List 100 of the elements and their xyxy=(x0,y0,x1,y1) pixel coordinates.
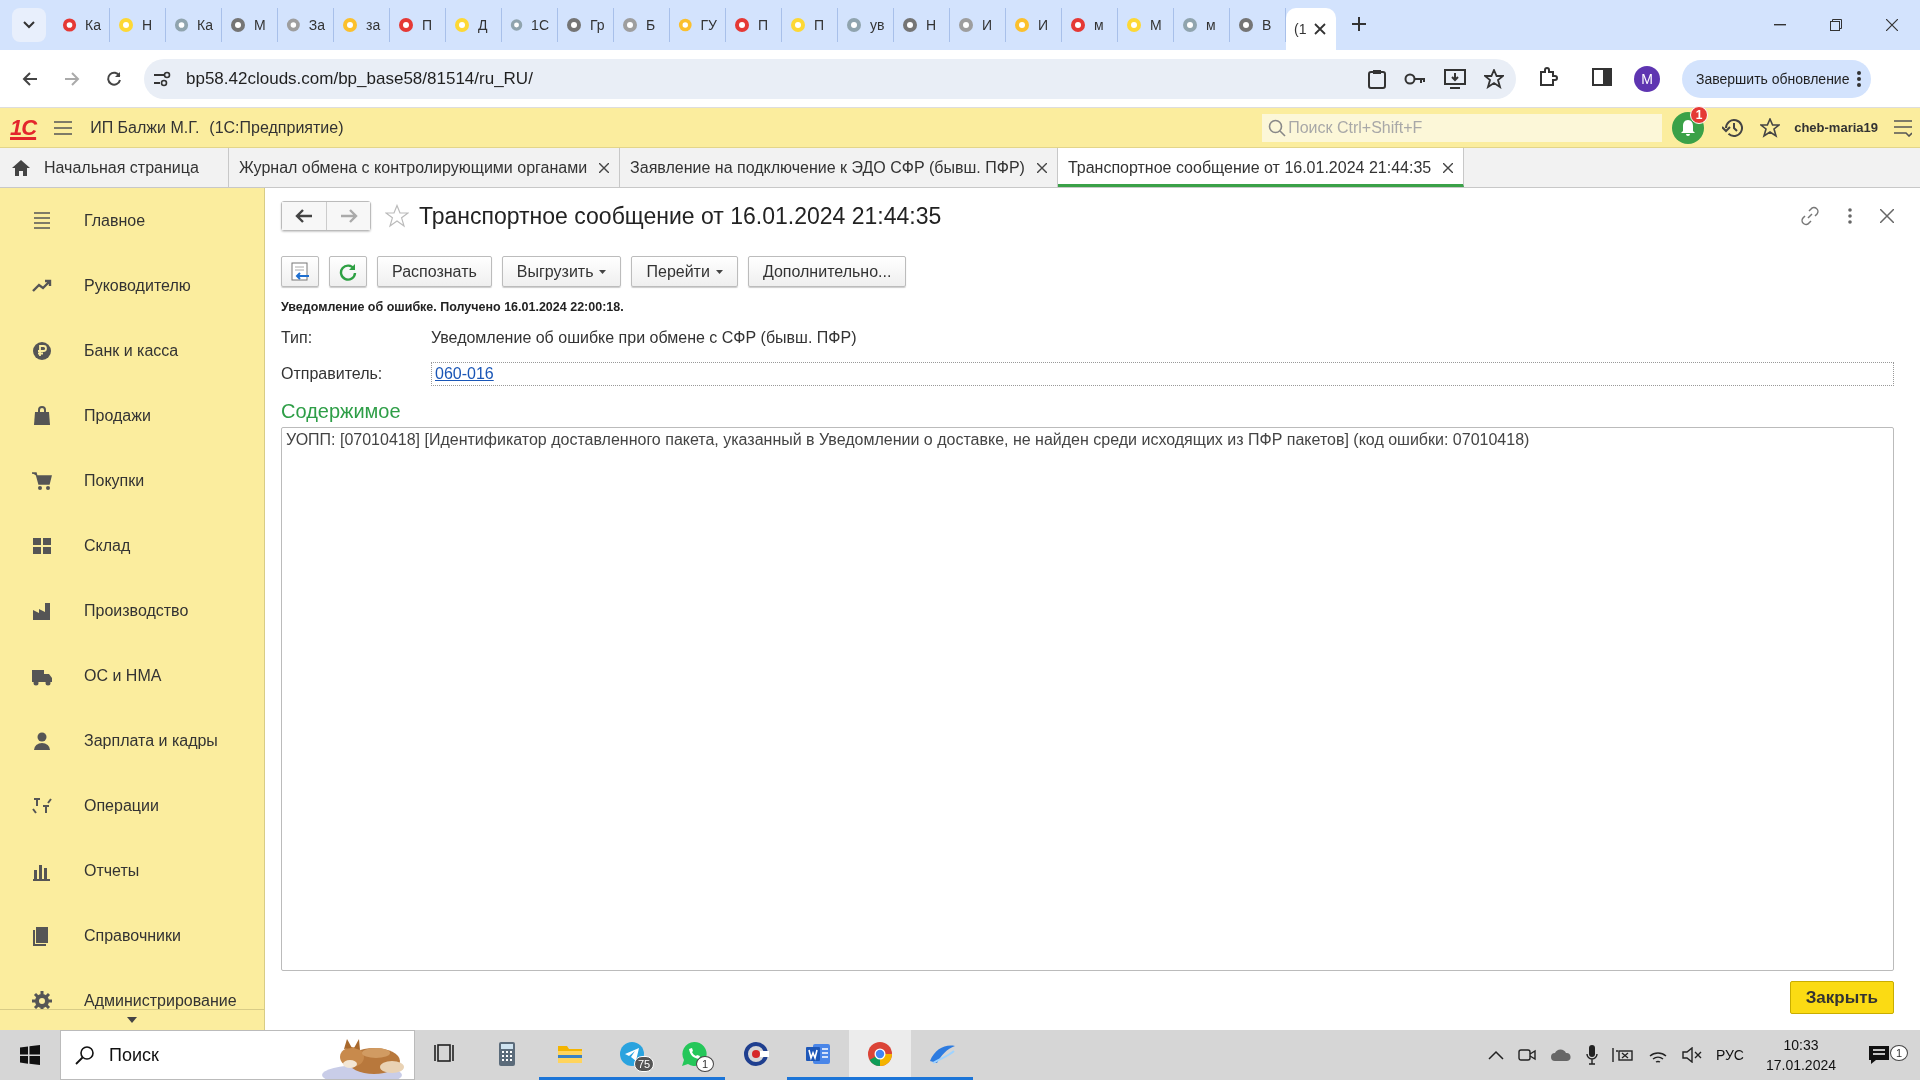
toolbar-button[interactable]: Дополнительно... xyxy=(747,256,907,287)
taskbar-search-box[interactable]: Поиск xyxy=(60,1030,415,1080)
menu-icon xyxy=(31,209,53,232)
browser-tab[interactable]: (1 xyxy=(1286,8,1336,50)
browser-tab[interactable]: М xyxy=(1118,8,1174,42)
sidebar-item[interactable]: ОС и НМА xyxy=(84,666,162,685)
key-icon[interactable] xyxy=(1404,71,1426,86)
browser-tab[interactable]: За xyxy=(278,8,334,42)
favicon-icon xyxy=(846,17,862,33)
close-icon xyxy=(1880,209,1894,223)
close-button[interactable] xyxy=(1880,209,1894,223)
field-label: Тип: xyxy=(281,329,314,347)
camera-icon[interactable] xyxy=(1517,1046,1536,1064)
history-button[interactable] xyxy=(1722,117,1745,138)
address-bar[interactable]: bp58.42clouds.com/bp_base58/81514/ru_RU/ xyxy=(144,58,1516,99)
browser-tab[interactable]: Гр xyxy=(558,8,614,42)
browser-tab[interactable]: Ка xyxy=(54,8,110,42)
sidebar-item[interactable]: Справочники xyxy=(84,926,181,945)
sidebar-item[interactable]: Продажи xyxy=(84,406,151,425)
sidebar-item[interactable]: Производство xyxy=(84,601,189,620)
company-name: ИП Балжи М.Г. xyxy=(90,118,200,137)
sidebar-item[interactable]: Зарплата и кадры xyxy=(84,731,218,750)
sidebar-item[interactable]: Отчеты xyxy=(84,861,140,880)
close-icon[interactable] xyxy=(599,162,610,173)
windows-icon xyxy=(20,1045,40,1065)
taskbar-search-field[interactable]: Поиск xyxy=(109,1040,300,1070)
user-name[interactable]: cheb-maria19 xyxy=(1794,120,1878,135)
favicon-icon xyxy=(902,17,918,33)
shopping-bag-icon xyxy=(31,404,53,427)
language-indicator[interactable]: РУС xyxy=(1715,1047,1744,1063)
app-tab[interactable]: Журнал обмена с контролирующими органами xyxy=(229,148,621,187)
back-button[interactable] xyxy=(282,202,326,230)
site-settings-icon[interactable] xyxy=(152,70,172,87)
browser-tab[interactable]: П xyxy=(390,8,446,42)
post-button[interactable] xyxy=(281,256,319,287)
close-icon[interactable] xyxy=(1036,162,1047,173)
cloud-icon[interactable] xyxy=(1549,1048,1572,1062)
sidebar-item[interactable]: Главное xyxy=(84,211,146,230)
extension-icon[interactable] xyxy=(1538,67,1558,87)
browser-tab[interactable]: м xyxy=(1174,8,1230,42)
browser-tab[interactable]: Д xyxy=(446,8,502,42)
message-icon xyxy=(1868,1045,1890,1065)
sender-link[interactable]: 060-016 xyxy=(435,365,494,383)
more-button[interactable] xyxy=(1848,208,1852,224)
browser-tab[interactable]: Б xyxy=(614,8,670,42)
update-button[interactable]: Завершить обновление xyxy=(1682,59,1872,98)
browser-tab[interactable]: ГУ xyxy=(670,8,726,42)
side-panel-icon[interactable] xyxy=(1592,68,1612,86)
app-tab[interactable]: Заявление на подключение к ЭДО СФР (бывш. ПФР) xyxy=(620,148,1058,187)
taskbar-app[interactable] xyxy=(849,1030,911,1080)
browser-tab[interactable]: Н xyxy=(110,8,166,42)
microphone-icon[interactable] xyxy=(1585,1045,1598,1065)
install-icon[interactable] xyxy=(1444,68,1466,89)
search-field[interactable]: Поиск Ctrl+Shift+F xyxy=(1262,113,1663,142)
browser-tab[interactable]: ув xyxy=(838,8,894,42)
taskbar-app[interactable]: 75 xyxy=(601,1030,663,1080)
clock-date[interactable]: 17.01.2024 xyxy=(1765,1055,1836,1075)
favorites-button[interactable] xyxy=(1760,117,1781,138)
browser-tab[interactable]: М xyxy=(222,8,278,42)
main-menu-button[interactable] xyxy=(1894,118,1912,137)
sidebar-item[interactable]: Склад xyxy=(84,536,131,555)
close-button[interactable]: Закрыть xyxy=(1789,981,1894,1014)
favicon-icon xyxy=(1070,17,1086,33)
browser-tab[interactable]: м xyxy=(1062,8,1118,42)
browser-tab[interactable]: П xyxy=(726,8,782,42)
browser-tab[interactable]: И xyxy=(1006,8,1062,42)
speaker-muted-icon[interactable] xyxy=(1681,1047,1702,1063)
toolbar-button[interactable]: Выгрузить xyxy=(501,256,622,287)
favicon-icon xyxy=(622,17,638,33)
close-icon[interactable] xyxy=(1443,162,1454,173)
document-title: Транспортное сообщение от 16.01.2024 21:44:35 xyxy=(419,202,942,230)
link-button[interactable] xyxy=(1800,206,1820,226)
content-text[interactable]: УОПП: [07010418] [Идентификатор доставленного пакета, указанный в Уведомлении о доставке, не найден среди исходящих из ПФР пакетов] (код ошибки: 07010418) xyxy=(281,427,1894,971)
browser-tab[interactable]: за xyxy=(334,8,390,42)
browser-tab[interactable]: Н xyxy=(894,8,950,42)
favicon-icon xyxy=(62,17,78,33)
star-icon[interactable] xyxy=(1484,68,1504,89)
battery-icon[interactable] xyxy=(1611,1047,1634,1063)
sidebar-item[interactable]: Покупки xyxy=(84,471,145,490)
refresh-button[interactable] xyxy=(329,256,367,287)
sidebar-item[interactable]: Администрирование xyxy=(84,991,237,1009)
toolbar-button[interactable]: Перейти xyxy=(631,256,738,287)
browser-tab[interactable]: И xyxy=(950,8,1006,42)
browser-tab[interactable]: П xyxy=(782,8,838,42)
sidebar-item[interactable]: Банк и касса xyxy=(84,341,179,360)
chevron-up-icon[interactable] xyxy=(1487,1050,1504,1060)
favicon-icon xyxy=(1126,17,1142,33)
tab-search-button[interactable] xyxy=(12,8,46,42)
app-tab[interactable]: Транспортное сообщение от 16.01.2024 21:44:35 xyxy=(1057,148,1465,187)
clock-time[interactable]: 10:33 xyxy=(1783,1035,1819,1055)
sidebar-item[interactable]: Операции xyxy=(84,796,159,815)
menu-button[interactable] xyxy=(54,119,73,136)
toolbar-button[interactable]: Распознать xyxy=(377,256,492,287)
taskbar-app[interactable]: 1 xyxy=(663,1030,725,1080)
browser-tab[interactable]: Ка xyxy=(166,8,222,42)
browser-tab[interactable]: 1С xyxy=(502,8,558,42)
sidebar-item[interactable]: Руководителю xyxy=(84,276,191,295)
clipboard-icon[interactable] xyxy=(1368,68,1386,89)
profile-avatar[interactable]: M xyxy=(1634,65,1660,92)
favicon-icon xyxy=(118,17,134,33)
